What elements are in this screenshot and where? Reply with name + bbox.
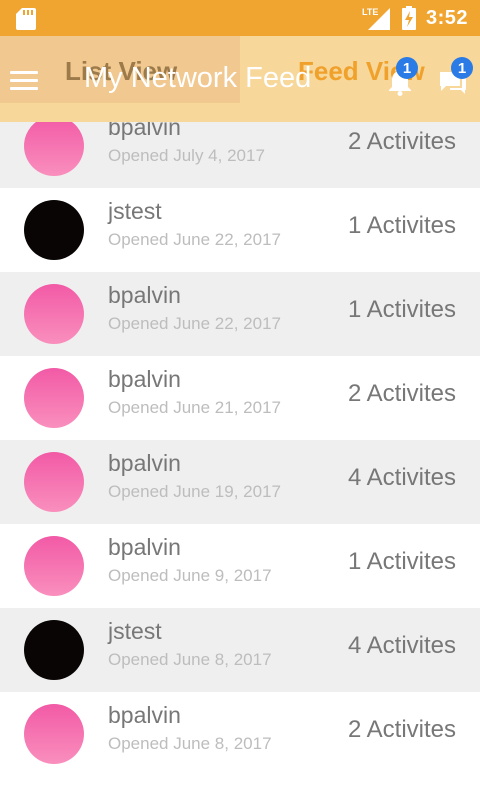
activity-count: 2 Activites bbox=[347, 380, 456, 407]
opened-date: Opened June 8, 2017 bbox=[108, 734, 272, 753]
network-type: LTE bbox=[362, 7, 378, 17]
opened-date: Opened June 21, 2017 bbox=[108, 398, 281, 417]
username: jstest bbox=[108, 198, 162, 224]
avatar bbox=[24, 704, 84, 764]
activity-count: 1 Activites bbox=[347, 212, 456, 239]
opened-date: Opened June 19, 2017 bbox=[108, 482, 281, 501]
opened-date: Opened July 4, 2017 bbox=[108, 146, 265, 165]
activity-count: 2 Activites bbox=[347, 716, 456, 743]
status-bar: LTE 3:52 bbox=[0, 0, 480, 36]
list-item[interactable]: bpalvin Opened June 22, 2017 1 Activites bbox=[0, 272, 480, 356]
sd-card-icon bbox=[16, 8, 36, 30]
battery-charging-icon bbox=[401, 6, 416, 30]
notifications-badge: 1 bbox=[396, 57, 418, 79]
activity-count: 2 Activites bbox=[347, 128, 456, 155]
opened-date: Opened June 22, 2017 bbox=[108, 230, 281, 249]
username: bpalvin bbox=[108, 282, 181, 308]
avatar bbox=[24, 536, 84, 596]
avatar bbox=[24, 452, 84, 512]
opened-date: Opened June 8, 2017 bbox=[108, 650, 272, 669]
list-item[interactable]: jstest Opened June 22, 2017 1 Activites bbox=[0, 188, 480, 272]
avatar bbox=[24, 122, 84, 176]
activity-count: 1 Activites bbox=[347, 296, 456, 323]
username: bpalvin bbox=[108, 702, 181, 728]
app-bar: List View Feed View My Network Feed 1 1 bbox=[0, 36, 480, 122]
list-item[interactable]: bpalvin Opened June 21, 2017 2 Activites bbox=[0, 356, 480, 440]
list-item[interactable]: jstest Opened June 8, 2017 4 Activites bbox=[0, 608, 480, 692]
avatar bbox=[24, 200, 84, 260]
avatar bbox=[24, 620, 84, 680]
opened-date: Opened June 9, 2017 bbox=[108, 566, 272, 585]
opened-date: Opened June 22, 2017 bbox=[108, 314, 281, 333]
username: bpalvin bbox=[108, 450, 181, 476]
username: bpalvin bbox=[108, 534, 181, 560]
page-title: My Network Feed bbox=[84, 62, 312, 94]
feed-list[interactable]: bpalvin Opened July 4, 2017 2 Activites … bbox=[0, 122, 480, 800]
username: bpalvin bbox=[108, 122, 181, 140]
list-item[interactable]: bpalvin Opened June 8, 2017 2 Activites bbox=[0, 692, 480, 776]
username: jstest bbox=[108, 618, 162, 644]
avatar bbox=[24, 284, 84, 344]
activity-count: 4 Activites bbox=[347, 464, 456, 491]
username: bpalvin bbox=[108, 366, 181, 392]
menu-icon[interactable] bbox=[10, 66, 38, 90]
messages-badge: 1 bbox=[451, 57, 473, 79]
activity-count: 4 Activites bbox=[347, 632, 456, 659]
signal-icon: LTE bbox=[362, 7, 390, 30]
list-item[interactable]: bpalvin Opened June 9, 2017 1 Activites bbox=[0, 524, 480, 608]
clock: 3:52 bbox=[425, 6, 468, 29]
list-item[interactable]: bpalvin Opened July 4, 2017 2 Activites bbox=[0, 122, 480, 188]
list-item[interactable]: bpalvin Opened June 19, 2017 4 Activites bbox=[0, 440, 480, 524]
activity-count: 1 Activites bbox=[347, 548, 456, 575]
avatar bbox=[24, 368, 84, 428]
